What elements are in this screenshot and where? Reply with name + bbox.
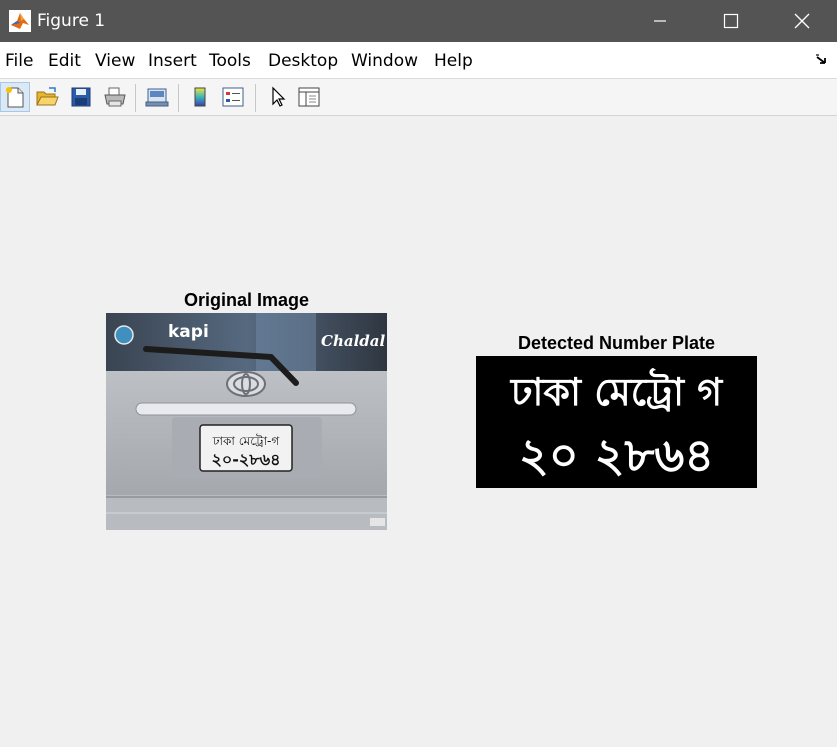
original-image-title: Original Image xyxy=(183,290,310,310)
window-titlebar: Figure 1 xyxy=(0,0,837,42)
print-button[interactable] xyxy=(100,82,130,112)
save-button[interactable] xyxy=(66,82,96,112)
open-file-button[interactable] xyxy=(32,82,62,112)
menu-desktop[interactable]: Desktop xyxy=(268,51,338,71)
edit-plot-icon xyxy=(272,86,286,107)
new-figure-icon xyxy=(6,87,24,108)
toolbar-separator xyxy=(178,84,179,112)
plate-text-line1: ঢাকা মেট্রো-গ xyxy=(212,434,281,448)
menu-help[interactable]: Help xyxy=(434,51,473,71)
sticker-chaldal: Chaldal xyxy=(321,332,385,350)
dock-figure-icon[interactable] xyxy=(815,54,829,66)
menu-file[interactable]: File xyxy=(5,51,33,71)
link-plot-icon xyxy=(145,88,169,107)
toolbar-separator xyxy=(255,84,256,112)
original-image: kapi Chaldal ঢাকা মেট্রো-গ ২০-২৮৬৪ xyxy=(106,313,387,530)
property-inspector-button[interactable] xyxy=(294,82,324,112)
figure-toolbar xyxy=(0,78,837,116)
detected-plate-line2: ২০ ২৮৬৪ xyxy=(518,428,715,482)
maximize-icon xyxy=(723,13,739,29)
detected-plate-title: Detected Number Plate xyxy=(517,333,716,353)
link-plot-button[interactable] xyxy=(142,82,172,112)
menu-window[interactable]: Window xyxy=(351,51,418,71)
plate-text-line2: ২০-২৮৬৪ xyxy=(211,450,280,469)
menu-view[interactable]: View xyxy=(95,51,135,71)
menu-bar: File Edit View Insert Tools Desktop Wind… xyxy=(0,42,837,78)
property-inspector-icon xyxy=(298,87,320,107)
minimize-button[interactable] xyxy=(625,0,695,42)
new-figure-button[interactable] xyxy=(0,82,30,112)
detected-plate-image: ঢাকা মেট্রো গ ২০ ২৮৬৪ xyxy=(476,356,757,488)
window-title: Figure 1 xyxy=(37,11,106,31)
insert-colorbar-icon xyxy=(194,87,206,107)
matlab-logo-icon xyxy=(9,10,31,32)
maximize-button[interactable] xyxy=(696,0,766,42)
print-icon xyxy=(104,87,126,107)
toolbar-separator xyxy=(135,84,136,112)
menu-tools[interactable]: Tools xyxy=(209,51,251,71)
insert-colorbar-button[interactable] xyxy=(185,82,215,112)
open-file-icon xyxy=(36,87,59,106)
minimize-icon xyxy=(654,20,666,22)
insert-legend-button[interactable] xyxy=(218,82,248,112)
detected-plate-line1: ঢাকা মেট্রো গ xyxy=(510,370,723,414)
save-icon xyxy=(71,87,91,107)
close-button[interactable] xyxy=(767,0,837,42)
menu-insert[interactable]: Insert xyxy=(148,51,197,71)
sticker-kapi: kapi xyxy=(168,322,209,342)
close-icon xyxy=(794,13,810,29)
edit-plot-button[interactable] xyxy=(262,82,292,112)
insert-legend-icon xyxy=(222,87,244,107)
menu-edit[interactable]: Edit xyxy=(48,51,81,71)
